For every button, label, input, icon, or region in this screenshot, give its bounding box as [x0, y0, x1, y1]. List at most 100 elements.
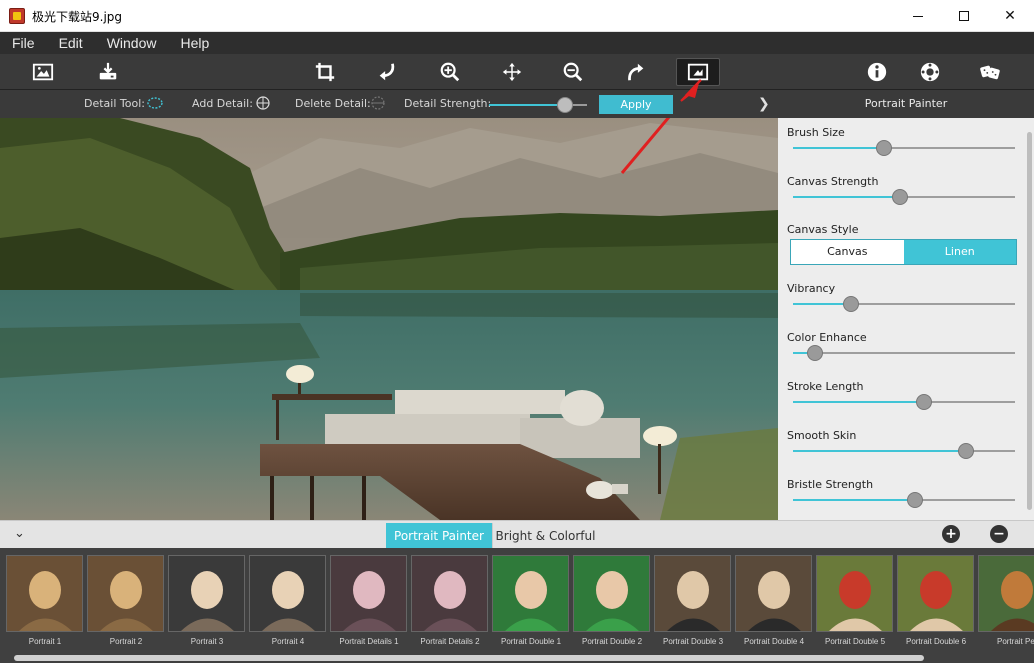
slider-knob[interactable] — [958, 443, 975, 459]
brush-size-label: Brush Size — [787, 126, 845, 139]
detail-strength-knob[interactable] — [557, 97, 574, 113]
window-title: 极光下载站9.jpg — [32, 10, 123, 24]
canvas-strength-slider[interactable] — [793, 189, 1015, 205]
apply-button[interactable]: Apply — [599, 95, 673, 114]
delete-detail-icon[interactable] — [370, 96, 386, 110]
preset-thumbnail[interactable] — [735, 555, 812, 632]
brush-size-slider[interactable] — [793, 140, 1015, 156]
smooth-skin-slider[interactable] — [793, 443, 1015, 459]
thumbnail-scrollbar[interactable] — [0, 653, 1034, 663]
menu-edit[interactable]: Edit — [47, 32, 95, 54]
annotation-arrow — [620, 118, 671, 174]
detail-brush-icon[interactable] — [676, 58, 720, 86]
settings-panel: Portrait Painter Brush Size Canvas Stren… — [778, 90, 1034, 520]
preset-thumbnail[interactable] — [897, 555, 974, 632]
preset-thumbnail-strip: Portrait 1 Portrait 2 Portrait 3 Portrait 4… — [0, 548, 1034, 663]
preset-thumbnail[interactable] — [87, 555, 164, 632]
detail-bar: Detail Tool: Add Detail: Delete Detail: … — [0, 90, 778, 118]
color-enhance-slider[interactable] — [793, 345, 1015, 361]
thumbnail-label: Portrait Details 2 — [420, 637, 480, 646]
menu-bar: File Edit Window Help — [0, 32, 1034, 54]
detail-strength-label: Detail Strength: — [404, 97, 492, 110]
remove-preset-icon[interactable]: − — [990, 525, 1008, 543]
detail-strength-slider[interactable] — [489, 97, 587, 113]
preset-thumbnail[interactable] — [978, 555, 1034, 632]
move-icon[interactable] — [497, 58, 527, 86]
add-preset-icon[interactable]: + — [942, 525, 960, 543]
detail-tool-icon[interactable] — [147, 96, 163, 110]
thumbnail-label: Portrait Double 1 — [500, 637, 562, 646]
add-detail-label: Add Detail: — [192, 97, 253, 110]
main-toolbar — [0, 54, 1034, 90]
canvas-style-canvas[interactable]: Canvas — [791, 240, 904, 264]
preset-thumbnail[interactable] — [654, 555, 731, 632]
settings-icon[interactable] — [915, 58, 945, 86]
panel-scrollbar[interactable] — [1027, 132, 1032, 510]
canvas-style-linen[interactable]: Linen — [903, 240, 1016, 264]
app-icon — [9, 8, 25, 24]
slider-knob[interactable] — [891, 189, 908, 205]
open-image-icon[interactable] — [28, 58, 58, 86]
thumbnail-label: Portrait 3 — [190, 637, 224, 646]
tab-portrait-painter[interactable]: Portrait Painter — [386, 523, 492, 549]
thumbnail-label: Portrait 1 — [28, 637, 62, 646]
slider-knob[interactable] — [915, 394, 932, 410]
stroke-length-label: Stroke Length — [787, 380, 864, 393]
menu-help[interactable]: Help — [168, 32, 221, 54]
preset-tab-bar: ⌄ Portrait Painter Bright & Colorful + − — [0, 520, 1034, 549]
undo-icon[interactable] — [372, 58, 402, 86]
preset-thumbnail[interactable] — [330, 555, 407, 632]
slider-knob[interactable] — [876, 140, 893, 156]
zoom-in-icon[interactable] — [435, 58, 465, 86]
random-dice-icon[interactable] — [975, 58, 1005, 86]
vibrancy-label: Vibrancy — [787, 282, 836, 295]
canvas-strength-label: Canvas Strength — [787, 175, 879, 188]
stroke-length-slider[interactable] — [793, 394, 1015, 410]
add-detail-icon[interactable] — [255, 96, 271, 110]
preset-thumbnail[interactable] — [168, 555, 245, 632]
slider-knob[interactable] — [807, 345, 824, 361]
preset-thumbnail[interactable] — [573, 555, 650, 632]
zoom-out-icon[interactable] — [558, 58, 588, 86]
menu-file[interactable]: File — [0, 32, 47, 54]
menu-window[interactable]: Window — [95, 32, 169, 54]
thumbnail-label: Portrait 4 — [271, 637, 305, 646]
close-button[interactable]: ✕ — [987, 0, 1033, 32]
chevron-right-icon[interactable]: ❯ — [758, 96, 770, 112]
info-icon[interactable] — [862, 58, 892, 86]
vibrancy-slider[interactable] — [793, 296, 1015, 312]
smooth-skin-label: Smooth Skin — [787, 429, 857, 442]
slider-knob[interactable] — [907, 492, 924, 508]
bristle-strength-slider[interactable] — [793, 492, 1015, 508]
preset-thumbnail[interactable] — [6, 555, 83, 632]
maximize-button[interactable] — [941, 0, 987, 32]
preset-thumbnail[interactable] — [411, 555, 488, 632]
preset-thumbnail[interactable] — [249, 555, 326, 632]
chevron-down-icon[interactable]: ⌄ — [14, 526, 25, 541]
color-enhance-label: Color Enhance — [787, 331, 867, 344]
tab-bright-colorful[interactable]: Bright & Colorful — [492, 523, 598, 549]
redo-icon[interactable] — [621, 58, 651, 86]
panel-title: Portrait Painter — [778, 90, 1034, 118]
thumbnail-label: Portrait Double 3 — [662, 637, 724, 646]
export-icon[interactable] — [93, 58, 123, 86]
preset-thumbnail[interactable] — [492, 555, 569, 632]
thumbnail-label: Portrait Double 6 — [905, 637, 967, 646]
slider-knob[interactable] — [842, 296, 859, 312]
thumbnail-label: Portrait Details 1 — [339, 637, 399, 646]
canvas-style-toggle: Canvas Linen — [790, 239, 1017, 265]
minimize-button[interactable] — [895, 0, 941, 32]
detail-strength-fill — [489, 104, 566, 106]
crop-icon[interactable] — [310, 58, 340, 86]
thumbnail-label: Portrait Double 5 — [824, 637, 886, 646]
detail-tool-label: Detail Tool: — [84, 97, 145, 110]
delete-detail-label: Delete Detail: — [295, 97, 371, 110]
canvas-style-label: Canvas Style — [787, 223, 859, 236]
thumbnail-label: Portrait Double 4 — [743, 637, 805, 646]
thumbnail-label: Portrait 2 — [109, 637, 143, 646]
bristle-strength-label: Bristle Strength — [787, 478, 874, 491]
image-canvas[interactable] — [0, 118, 778, 520]
preset-thumbnail[interactable] — [816, 555, 893, 632]
thumbnail-label: Portrait Pet — [996, 637, 1034, 646]
title-bar: 极光下载站9.jpg ✕ — [0, 0, 1034, 32]
